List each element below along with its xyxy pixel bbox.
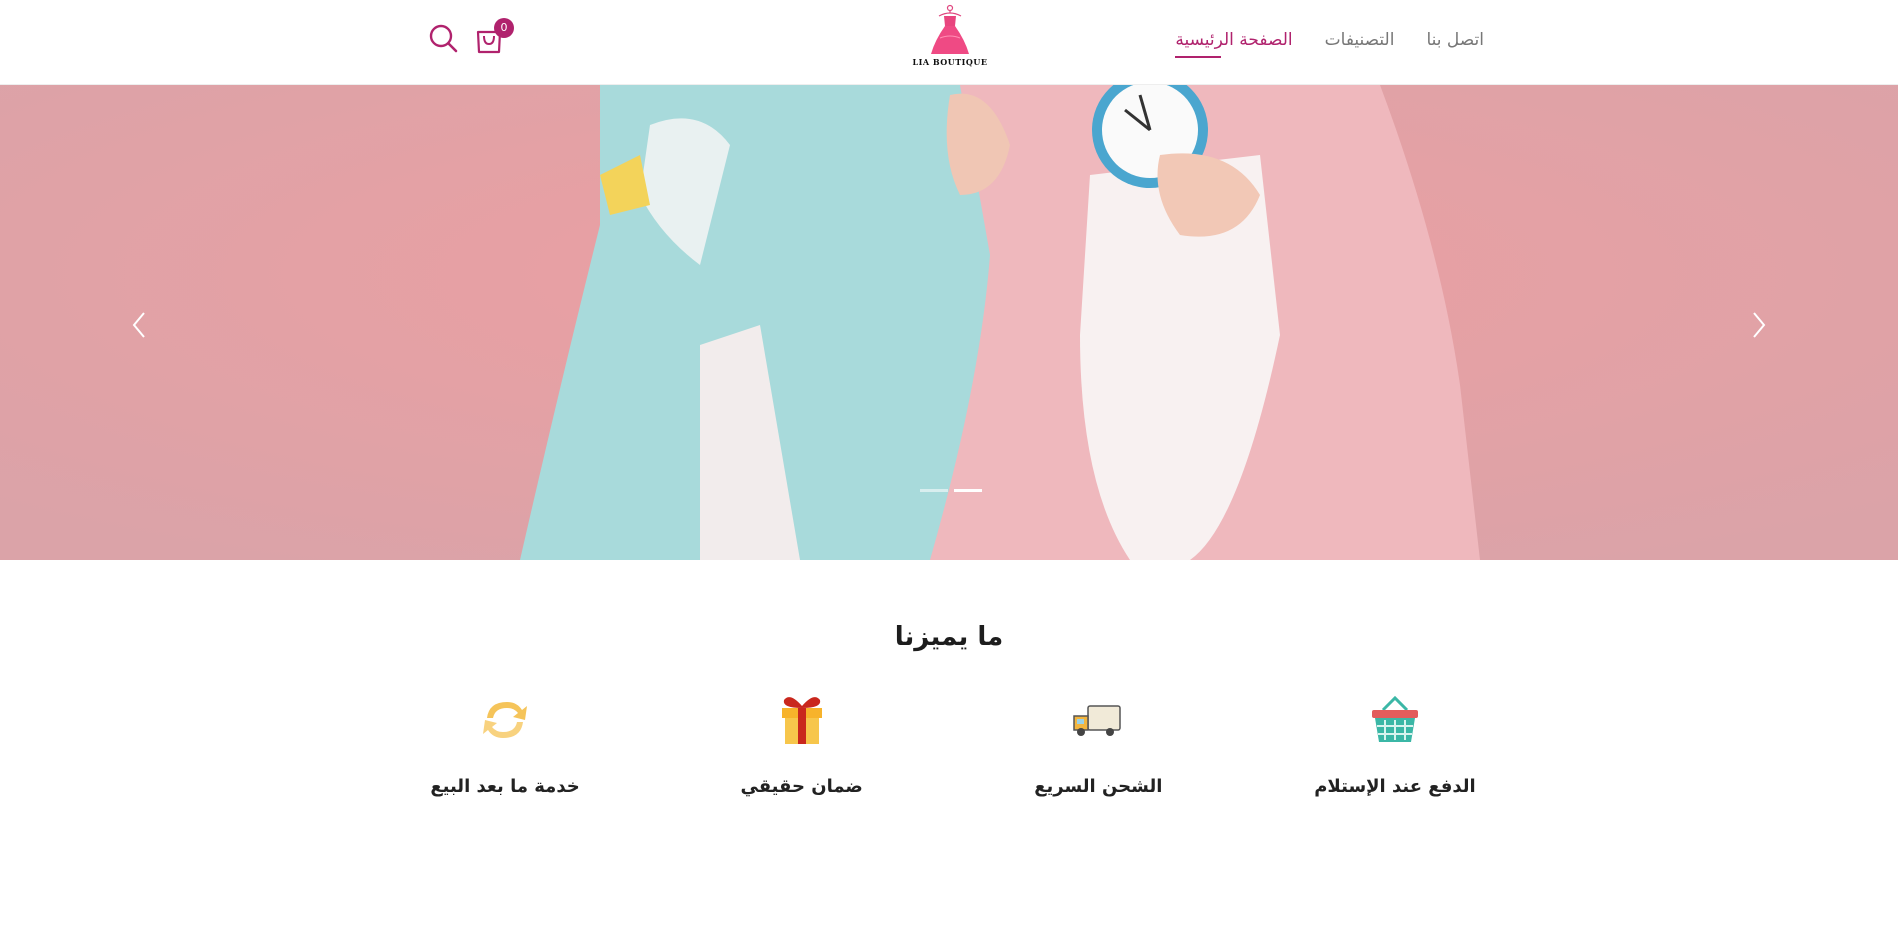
feature-label: ضمان حقيقي xyxy=(740,776,863,797)
basket-icon xyxy=(1371,695,1418,742)
refresh-icon xyxy=(483,702,527,738)
hero-slider[interactable] xyxy=(0,85,1898,560)
feature-after-sales: خدمة ما بعد البيع xyxy=(405,690,605,800)
site-header: الصفحة الرئيسية التصنيفات اتصل بنا LIA B… xyxy=(0,0,1898,85)
search-icon xyxy=(429,24,458,53)
features-list: الدفع عند الإستلام الشحن السريع ضمان حقي… xyxy=(405,690,1495,800)
nav-home[interactable]: الصفحة الرئيسية xyxy=(1175,30,1293,58)
feature-fast-shipping: الشحن السريع xyxy=(998,690,1198,800)
dress-logo-icon xyxy=(931,4,969,54)
logo-text: LIA BOUTIQUE xyxy=(912,57,988,67)
features-title: ما يميزنا xyxy=(894,622,1004,652)
truck-icon xyxy=(1073,705,1122,736)
feature-label: الدفع عند الإستلام xyxy=(1314,776,1476,797)
nav-categories[interactable]: التصنيفات xyxy=(1325,30,1395,58)
search-button[interactable] xyxy=(428,22,458,54)
gift-icon xyxy=(781,697,822,744)
slider-prev-button[interactable] xyxy=(126,305,152,345)
main-nav: الصفحة الرئيسية التصنيفات اتصل بنا xyxy=(1175,30,1484,58)
feature-label: الشحن السريع xyxy=(1034,776,1163,797)
header-actions: 0 xyxy=(428,18,514,54)
slider-dot-1[interactable] xyxy=(920,489,948,492)
nav-contact[interactable]: اتصل بنا xyxy=(1426,30,1484,58)
feature-cash-on-delivery: الدفع عند الإستلام xyxy=(1295,690,1495,800)
brand-logo[interactable]: LIA BOUTIQUE xyxy=(910,4,990,74)
slider-dot-2[interactable] xyxy=(954,489,982,492)
slider-next-button[interactable] xyxy=(1746,305,1772,345)
cart-button[interactable]: 0 xyxy=(474,18,514,54)
cart-count-badge: 0 xyxy=(494,18,514,38)
feature-label: خدمة ما بعد البيع xyxy=(430,776,580,797)
chevron-left-icon xyxy=(132,312,145,338)
slider-dots xyxy=(920,489,982,492)
chevron-right-icon xyxy=(1753,312,1766,338)
feature-real-guarantee: ضمان حقيقي xyxy=(702,690,902,800)
